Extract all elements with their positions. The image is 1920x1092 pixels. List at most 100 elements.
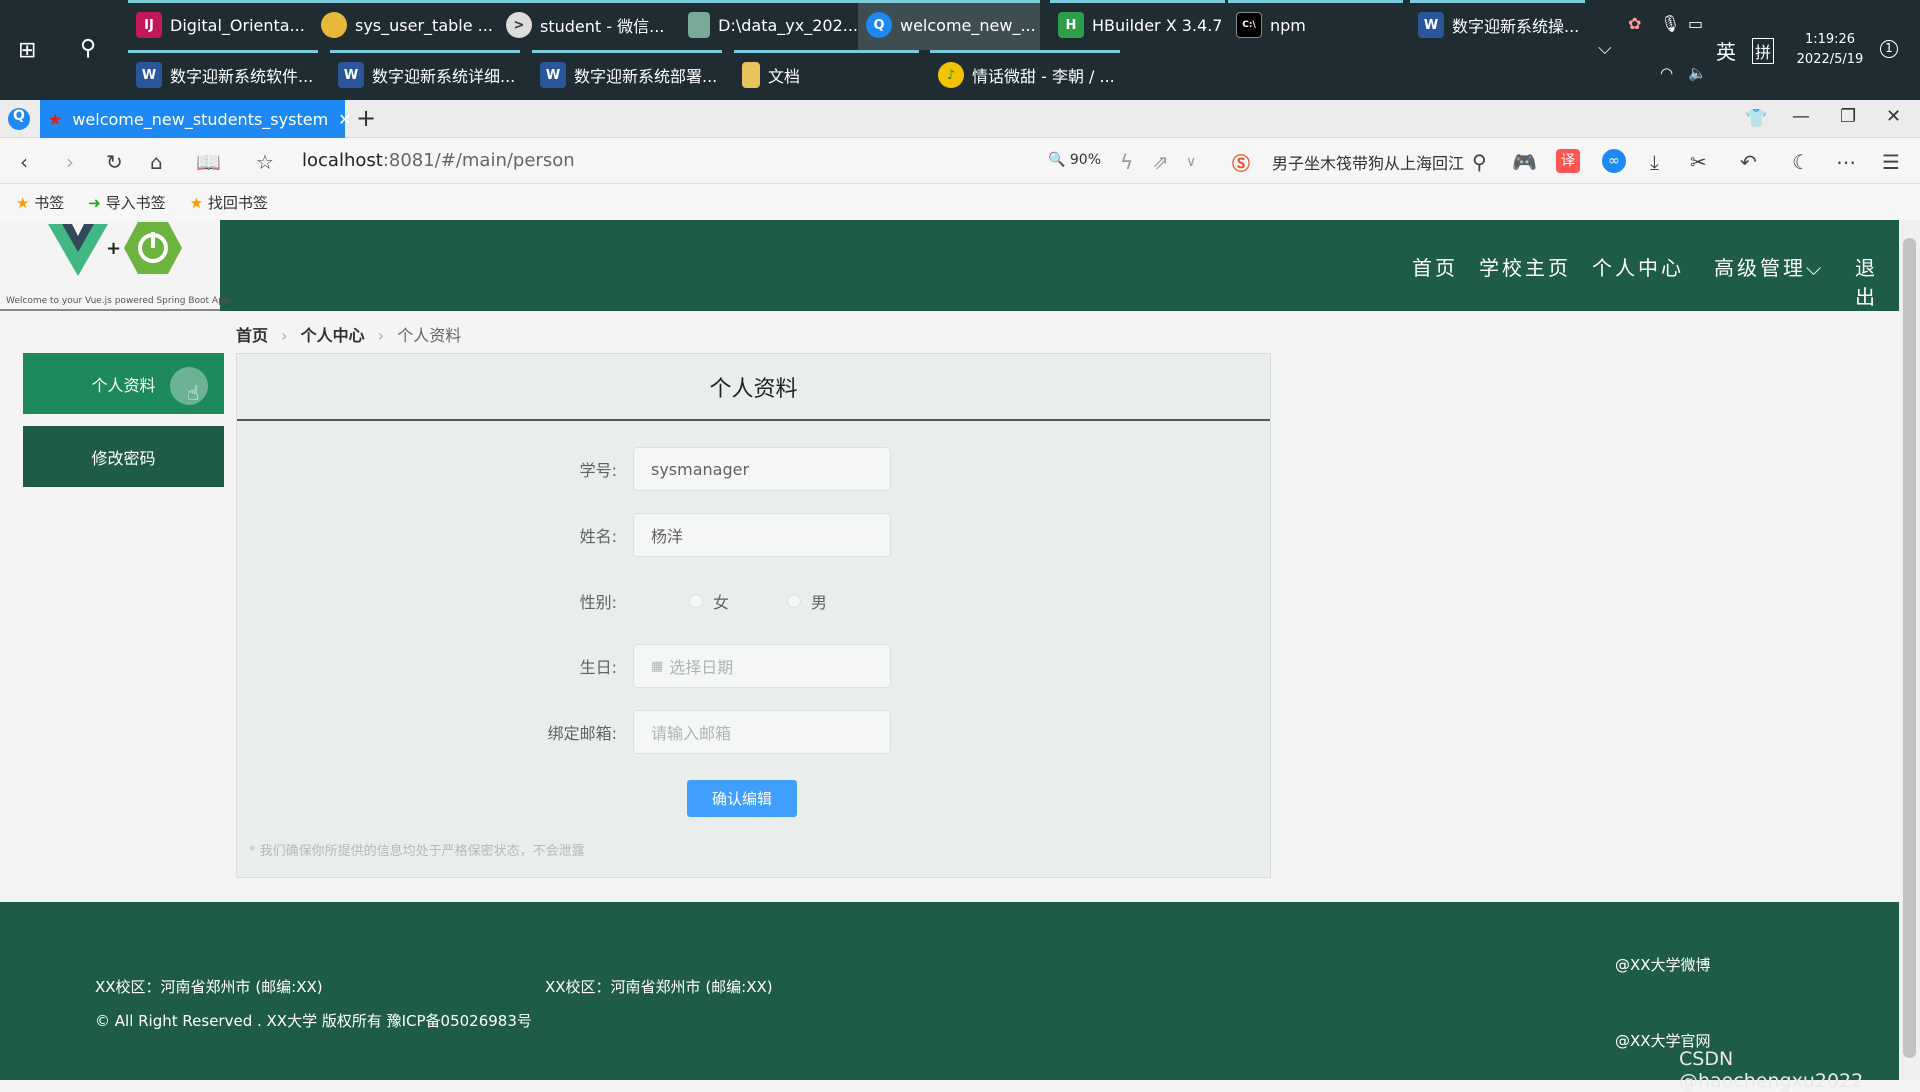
notification-center-icon[interactable]: 1 bbox=[1880, 40, 1898, 58]
translate-icon[interactable]: 译 bbox=[1556, 149, 1580, 173]
battery-icon[interactable]: ▭ bbox=[1688, 14, 1703, 33]
close-window-icon[interactable]: ✕ bbox=[1886, 106, 1901, 127]
chevron-down-icon[interactable]: ∨ bbox=[1186, 154, 1196, 170]
taskbar-item[interactable]: 文档 bbox=[734, 50, 919, 100]
forward-icon[interactable]: › bbox=[66, 150, 74, 174]
home-icon[interactable]: ⌂ bbox=[150, 150, 163, 174]
url-field[interactable]: localhost:8081/#/main/person bbox=[302, 150, 575, 171]
breadcrumb-home[interactable]: 首页 bbox=[236, 326, 268, 345]
chevron-down-icon[interactable]: ⌵ bbox=[1598, 38, 1612, 59]
hbuilder-icon: H bbox=[1058, 12, 1084, 38]
taskbar-item[interactable]: sys_user_table ... bbox=[313, 0, 498, 50]
profile-form-panel: 个人资料 学号: sysmanager 姓名: 杨洋 性别: 女 男 生日: ▦… bbox=[236, 353, 1271, 878]
bookmark-star-icon[interactable]: ☆ bbox=[256, 150, 274, 174]
search-icon[interactable]: ⚲ bbox=[80, 36, 96, 61]
taskbar-item[interactable]: W 数字迎新系统操... bbox=[1410, 0, 1585, 50]
taskbar-item[interactable]: ♪ 情话微甜 - 李朝 / ... bbox=[930, 50, 1120, 100]
menu-icon[interactable]: ☰ bbox=[1882, 150, 1900, 174]
logo[interactable]: + Welcome to your Vue.js powered Spring … bbox=[0, 220, 230, 311]
taskbar-item-active[interactable]: Qwelcome_new_... bbox=[858, 0, 1040, 50]
folder-icon bbox=[742, 62, 760, 88]
taskbar-item[interactable]: W 数字迎新系统部署... bbox=[532, 50, 722, 100]
share-icon[interactable]: ⇗ bbox=[1152, 150, 1169, 174]
browser-tab-bar: Q ★ welcome_new_students_system ✕ + 👕 — … bbox=[0, 100, 1920, 138]
reader-icon[interactable]: 📖 bbox=[196, 150, 221, 174]
more-icon[interactable]: ⋯ bbox=[1836, 150, 1856, 174]
page-scrollbar[interactable] bbox=[1899, 220, 1920, 1080]
nav-personal-center[interactable]: 个人中心 bbox=[1592, 252, 1684, 281]
ime-language[interactable]: 英 bbox=[1716, 36, 1736, 65]
name-input[interactable]: 杨洋 bbox=[633, 513, 891, 557]
nav-logout[interactable]: 退出 bbox=[1855, 252, 1899, 310]
restore-icon[interactable]: ❐ bbox=[1840, 106, 1856, 127]
volume-icon[interactable]: 🔈 bbox=[1688, 64, 1707, 82]
gender-radio-female[interactable]: 女 bbox=[689, 589, 729, 613]
word-icon: W bbox=[540, 62, 566, 88]
zoom-level[interactable]: 🔍 90% bbox=[1048, 152, 1101, 168]
night-mode-icon[interactable]: ☾ bbox=[1792, 150, 1810, 174]
navicat-icon bbox=[321, 12, 347, 38]
student-id-input[interactable]: sysmanager bbox=[633, 447, 891, 491]
taskbar-item[interactable]: W 数字迎新系统详细... bbox=[330, 50, 520, 100]
tray-app-icon[interactable]: ✿ bbox=[1628, 14, 1641, 33]
sidebar-item-change-password[interactable]: 修改密码 bbox=[23, 426, 224, 487]
close-tab-icon[interactable]: ✕ bbox=[338, 110, 351, 129]
breadcrumb-personal-center[interactable]: 个人中心 bbox=[301, 326, 365, 345]
browser-tab-active[interactable]: ★ welcome_new_students_system ✕ bbox=[40, 100, 352, 138]
privacy-note: * 我们确保你所提供的信息均处于严格保密状态，不会泄露 bbox=[249, 844, 585, 859]
notepad-icon bbox=[688, 12, 711, 38]
download-icon[interactable]: ⤓ bbox=[1650, 150, 1659, 174]
search-icon[interactable]: ⚲ bbox=[1472, 150, 1487, 174]
windows-taskbar: ⊞ ⚲ IJ Digital_Orienta... sys_user_table … bbox=[0, 0, 1920, 100]
taskbar-item[interactable]: D:\data_yx_202... bbox=[680, 0, 858, 50]
sidebar-item-profile[interactable]: 个人资料 ☝ bbox=[23, 353, 224, 414]
bookmark-item[interactable]: ➜ 导入书签 bbox=[88, 192, 165, 213]
clock-time[interactable]: 1:19:26 bbox=[1800, 32, 1860, 47]
gender-radio-male[interactable]: 男 bbox=[787, 589, 827, 613]
email-input[interactable]: 请输入邮箱 bbox=[633, 710, 891, 754]
bookmark-item[interactable]: ★ 书签 bbox=[16, 192, 64, 213]
windows-start-icon[interactable]: ⊞ bbox=[18, 38, 36, 63]
wechat-devtools-icon: > bbox=[506, 12, 532, 38]
nav-school-home[interactable]: 学校主页 bbox=[1479, 252, 1571, 281]
intellij-icon: IJ bbox=[136, 12, 162, 38]
calendar-icon: ▦ bbox=[651, 658, 664, 674]
qq-music-icon: ♪ bbox=[938, 62, 964, 88]
taskbar-item[interactable]: IJ Digital_Orienta... bbox=[128, 0, 313, 50]
minimize-icon[interactable]: — bbox=[1792, 106, 1810, 127]
back-icon[interactable]: ‹ bbox=[20, 150, 28, 174]
undo-icon[interactable]: ↶ bbox=[1740, 150, 1757, 174]
scrollbar-thumb[interactable] bbox=[1903, 238, 1916, 1058]
sogou-search-icon[interactable]: Ⓢ bbox=[1232, 150, 1250, 176]
scissors-icon[interactable]: ✂ bbox=[1690, 150, 1707, 174]
search-box[interactable]: 男子坐木筏带狗从上海回江 bbox=[1272, 150, 1464, 174]
infinity-icon[interactable]: ∞ bbox=[1602, 149, 1626, 173]
taskbar-item[interactable]: C:\ npm bbox=[1228, 0, 1403, 50]
nav-advanced-admin[interactable]: 高级管理⌵ bbox=[1714, 252, 1824, 281]
taskbar-item[interactable]: > student - 微信... bbox=[498, 0, 680, 50]
reload-icon[interactable]: ↻ bbox=[106, 150, 123, 174]
game-icon[interactable]: 🎮 bbox=[1512, 150, 1537, 174]
microphone-icon[interactable]: 🎙 bbox=[1660, 14, 1680, 33]
app-header: + Welcome to your Vue.js powered Spring … bbox=[0, 220, 1899, 311]
confirm-edit-button[interactable]: 确认编辑 bbox=[687, 780, 797, 817]
browser-logo-icon[interactable]: Q bbox=[8, 108, 30, 130]
skin-icon[interactable]: 👕 bbox=[1745, 108, 1767, 129]
terminal-icon: C:\ bbox=[1236, 12, 1262, 38]
wifi-icon[interactable]: ◠ bbox=[1660, 64, 1673, 82]
star-icon: ★ bbox=[189, 193, 204, 212]
bookmark-item[interactable]: ★ 找回书签 bbox=[190, 192, 268, 213]
lightning-icon[interactable]: ϟ bbox=[1120, 150, 1133, 174]
weibo-link[interactable]: @XX大学微博 bbox=[1615, 954, 1711, 975]
taskbar-item[interactable]: H HBuilder X 3.4.7 bbox=[1050, 0, 1225, 50]
taskbar-item[interactable]: W 数字迎新系统软件... bbox=[128, 50, 318, 100]
breadcrumb-current: 个人资料 bbox=[397, 326, 462, 345]
new-tab-icon[interactable]: + bbox=[356, 104, 376, 132]
word-icon: W bbox=[1418, 12, 1444, 38]
clock-date[interactable]: 2022/5/19 bbox=[1795, 52, 1865, 67]
bookmarks-bar: ★ 书签 ➜ 导入书签 ★ 找回书签 bbox=[0, 184, 1920, 220]
ime-mode[interactable]: 拼 bbox=[1752, 38, 1775, 64]
birthday-date-picker[interactable]: ▦ 选择日期 bbox=[633, 644, 891, 688]
nav-home[interactable]: 首页 bbox=[1412, 252, 1458, 281]
star-favicon-icon: ★ bbox=[48, 109, 63, 129]
